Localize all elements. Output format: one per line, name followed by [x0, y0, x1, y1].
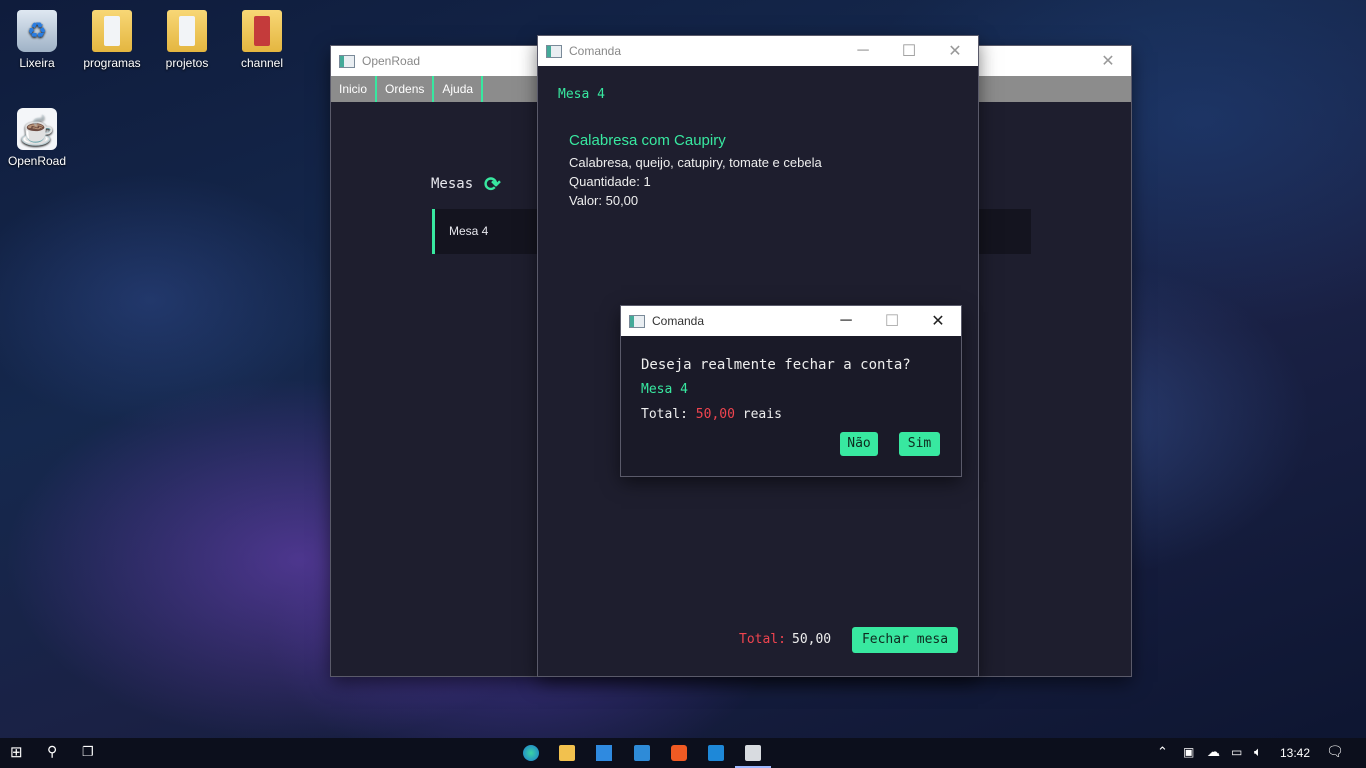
- network-icon[interactable]: ▭: [1231, 745, 1247, 761]
- mail-icon[interactable]: [634, 745, 650, 761]
- dialog-total-suffix: reais: [742, 407, 782, 422]
- confirm-dialog: Comanda ─ ☐ ✕ Deseja realmente fechar a …: [621, 306, 961, 476]
- file-explorer-icon[interactable]: [559, 745, 575, 761]
- windows-start-icon[interactable]: ⊞: [10, 743, 26, 761]
- desktop-icon-lixeira[interactable]: Lixeira: [2, 10, 72, 70]
- dialog-total: Total: 50,00 reais: [641, 407, 782, 422]
- total-value: 50,00: [792, 632, 832, 647]
- folder-icon: [167, 10, 207, 52]
- no-button[interactable]: Não: [840, 432, 878, 456]
- desktop-icon-channel[interactable]: channel: [227, 10, 297, 70]
- close-icon[interactable]: ✕: [932, 36, 978, 66]
- folder-icon: [92, 10, 132, 52]
- store-icon[interactable]: [596, 745, 612, 761]
- desktop-icon-label: OpenRoad: [7, 154, 67, 168]
- item-quantity: Quantidade: 1: [569, 174, 651, 189]
- maximize-icon[interactable]: ☐: [886, 36, 932, 66]
- mesa-row-label: Mesa 4: [449, 224, 489, 238]
- menu-ordens[interactable]: Ordens: [377, 76, 435, 102]
- dialog-total-value: 50,00: [695, 407, 735, 422]
- search-icon[interactable]: ⚲: [47, 743, 63, 759]
- edge-icon[interactable]: [523, 745, 539, 761]
- volume-icon[interactable]: 🔈︎: [1254, 744, 1270, 760]
- order-item: Calabresa com Caupiry Calabresa, queijo,…: [569, 132, 822, 208]
- fechar-mesa-button[interactable]: Fechar mesa: [852, 627, 958, 653]
- taskbar: ⊞ ⚲ ❐ ⌃ ▣ ☁ ▭ 🔈︎ 13:42 🗨︎: [0, 738, 1366, 768]
- window-title: Comanda: [569, 44, 622, 58]
- dialog-titlebar[interactable]: Comanda ─ ☐ ✕: [621, 306, 961, 336]
- desktop-icon-label: projetos: [165, 56, 209, 70]
- desktop-icon-programas[interactable]: programas: [77, 10, 147, 70]
- dialog-mesa-label: Mesa 4: [641, 382, 688, 397]
- item-description: Calabresa, queijo, catupiry, tomate e ce…: [569, 155, 822, 170]
- notifications-icon[interactable]: 🗨︎: [1326, 743, 1344, 759]
- desktop-icon-label: programas: [83, 56, 141, 70]
- clock[interactable]: 13:42: [1280, 746, 1310, 760]
- close-icon[interactable]: ✕: [1085, 46, 1131, 76]
- app-window-icon: [339, 54, 355, 68]
- mesa-label: Mesa 4: [558, 87, 605, 102]
- maximize-icon[interactable]: ☐: [869, 306, 915, 336]
- minimize-icon[interactable]: ─: [823, 306, 869, 336]
- chevron-up-icon[interactable]: ⌃: [1157, 744, 1173, 760]
- window-title: OpenRoad: [362, 54, 421, 68]
- desktop-icon-label: Lixeira: [19, 56, 55, 70]
- meet-now-icon[interactable]: ▣: [1183, 745, 1199, 761]
- comanda-titlebar[interactable]: Comanda ─ ☐ ✕: [538, 36, 978, 66]
- brave-icon[interactable]: [671, 745, 687, 761]
- java-app-icon[interactable]: [745, 745, 761, 761]
- java-icon: [17, 108, 57, 150]
- task-view-icon[interactable]: ❐: [82, 744, 98, 760]
- vscode-icon[interactable]: [708, 745, 724, 761]
- desktop-icon-openroad[interactable]: OpenRoad: [2, 108, 72, 168]
- yes-button[interactable]: Sim: [899, 432, 940, 456]
- close-icon[interactable]: ✕: [915, 306, 961, 336]
- desktop-icon-projetos[interactable]: projetos: [152, 10, 222, 70]
- dialog-total-prefix: Total:: [641, 407, 688, 422]
- refresh-icon[interactable]: ⟳: [484, 172, 501, 197]
- menu-inicio[interactable]: Inicio: [331, 76, 378, 102]
- onedrive-icon[interactable]: ☁: [1207, 744, 1223, 760]
- app-window-icon: [546, 44, 562, 58]
- folder-shortcut-icon: [242, 10, 282, 52]
- dialog-title: Comanda: [652, 314, 705, 328]
- menu-ajuda[interactable]: Ajuda: [434, 76, 484, 102]
- item-name: Calabresa com Caupiry: [569, 132, 726, 149]
- minimize-icon[interactable]: ─: [840, 36, 886, 66]
- mesas-title: Mesas: [431, 176, 474, 192]
- total-label: Total:: [739, 632, 786, 647]
- recycle-bin-icon: [17, 10, 57, 52]
- app-window-icon: [629, 314, 645, 328]
- desktop-icon-label: channel: [240, 56, 284, 70]
- item-value: Valor: 50,00: [569, 193, 639, 208]
- confirm-question: Deseja realmente fechar a conta?: [641, 357, 911, 373]
